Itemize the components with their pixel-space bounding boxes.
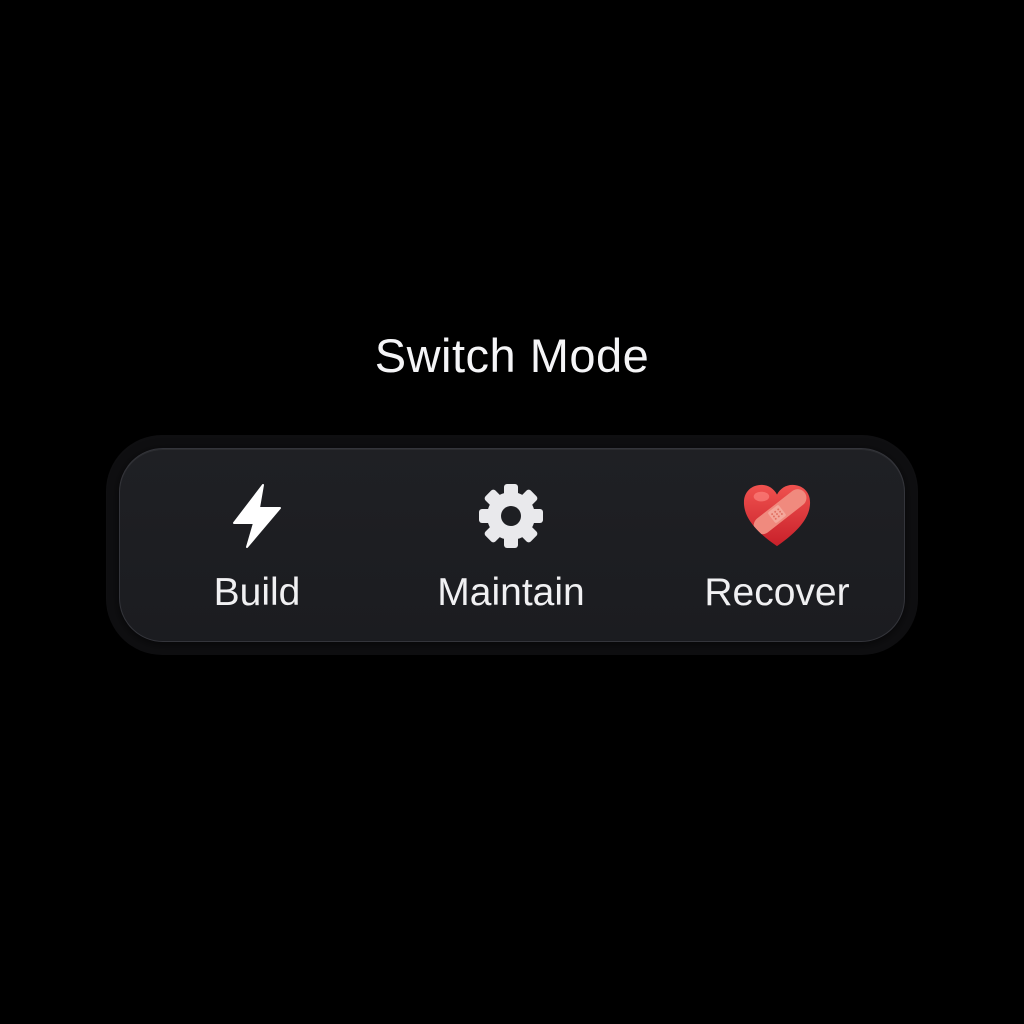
mode-build-label: Build bbox=[213, 571, 301, 614]
gear-icon bbox=[476, 481, 546, 551]
mode-recover-button[interactable]: Recover bbox=[687, 449, 867, 643]
lightning-bolt-icon bbox=[222, 481, 292, 551]
mode-switcher: Build Maintain Recover bbox=[119, 448, 905, 642]
mode-build-button[interactable]: Build bbox=[177, 449, 337, 643]
modal-title: Switch Mode bbox=[374, 329, 650, 382]
bandaged-heart-icon bbox=[742, 481, 812, 551]
mode-recover-label: Recover bbox=[704, 571, 850, 614]
mode-maintain-button[interactable]: Maintain bbox=[411, 449, 611, 643]
mode-maintain-label: Maintain bbox=[437, 571, 585, 614]
